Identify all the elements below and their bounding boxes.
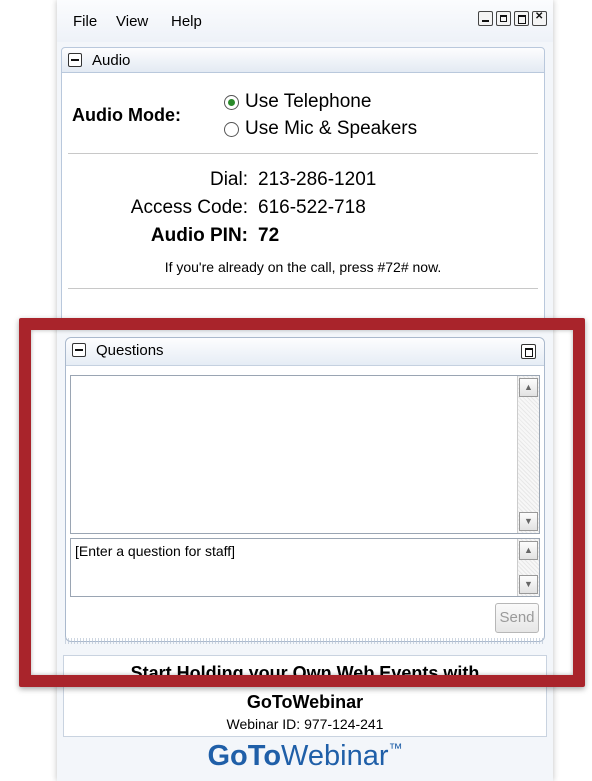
gotowebinar-logo: GoToWebinar™: [57, 740, 553, 773]
promo-title-line2: GoToWebinar: [246, 692, 364, 712]
divider: [68, 288, 538, 289]
menu-bar: File View Help: [57, 0, 553, 42]
radio-mic-label: Use Mic & Speakers: [245, 118, 418, 139]
minimize-icon[interactable]: [478, 11, 493, 26]
questions-section-header: Questions: [66, 338, 544, 366]
audio-section-header: Audio: [61, 47, 545, 73]
audio-pin-value: 72: [258, 225, 280, 246]
promo-title: Start Holding your Own Web Events with G…: [64, 659, 546, 717]
audio-section: Audio Mode: Use Telephone Use Mic & Spea…: [61, 73, 545, 319]
dial-label: Dial:: [209, 169, 248, 190]
radio-telephone-label: Use Telephone: [245, 91, 372, 112]
logo-part1: GoTo: [207, 740, 282, 772]
scroll-up-icon[interactable]: ▲: [519, 378, 538, 397]
radio-unselected-icon[interactable]: [224, 121, 239, 137]
scroll-up-icon[interactable]: ▲: [519, 541, 538, 560]
collapse-icon[interactable]: [68, 53, 82, 67]
questions-scrollbar[interactable]: ▲ ▼: [517, 376, 539, 533]
questions-header-label: Questions: [96, 342, 164, 359]
questions-log[interactable]: ▲ ▼: [70, 375, 540, 534]
input-scrollbar[interactable]: ▲ ▼: [517, 539, 539, 596]
access-code-value: 616-522-718: [258, 197, 366, 218]
question-input-placeholder: [Enter a question for staff]: [75, 543, 236, 559]
gotowebinar-panel: File View Help Audio Audio Mode: Use Tel…: [57, 0, 553, 781]
dial-value: 213-286-1201: [258, 169, 377, 190]
radio-selected-icon[interactable]: [224, 94, 239, 110]
webinar-id: Webinar ID: 977-124-241: [226, 716, 384, 732]
menu-view[interactable]: View: [116, 13, 148, 30]
audio-header-label: Audio: [92, 52, 131, 69]
scroll-down-icon[interactable]: ▼: [519, 512, 538, 531]
close-icon[interactable]: [532, 11, 547, 26]
divider: [68, 153, 538, 154]
questions-section: Questions ▲ ▼ [Enter a question for staf…: [65, 337, 545, 642]
call-instruction-note: If you're already on the call, press #72…: [164, 259, 442, 275]
maximize-icon[interactable]: [496, 11, 511, 26]
logo-part2: Webinar: [281, 740, 389, 772]
send-button[interactable]: Send: [495, 603, 539, 633]
promo-banner[interactable]: Start Holding your Own Web Events with G…: [63, 655, 547, 737]
audio-pin-label: Audio PIN:: [150, 225, 248, 246]
resize-grip[interactable]: [65, 638, 545, 644]
audio-mode-label: Audio Mode:: [72, 105, 181, 125]
scroll-down-icon[interactable]: ▼: [519, 575, 538, 594]
radio-use-mic-speakers[interactable]: Use Mic & Speakers: [224, 118, 417, 140]
menu-help[interactable]: Help: [171, 13, 202, 30]
collapse-icon[interactable]: [72, 343, 86, 357]
menu-file[interactable]: File: [73, 13, 97, 30]
popout-icon[interactable]: [521, 344, 536, 359]
promo-title-line1: Start Holding your Own Web Events with: [130, 663, 480, 683]
logo-tm: ™: [388, 740, 403, 756]
radio-use-telephone[interactable]: Use Telephone: [224, 91, 371, 113]
access-code-label: Access Code:: [130, 197, 248, 218]
restore-icon[interactable]: [514, 11, 529, 26]
question-input[interactable]: [Enter a question for staff] ▲ ▼: [70, 538, 540, 597]
